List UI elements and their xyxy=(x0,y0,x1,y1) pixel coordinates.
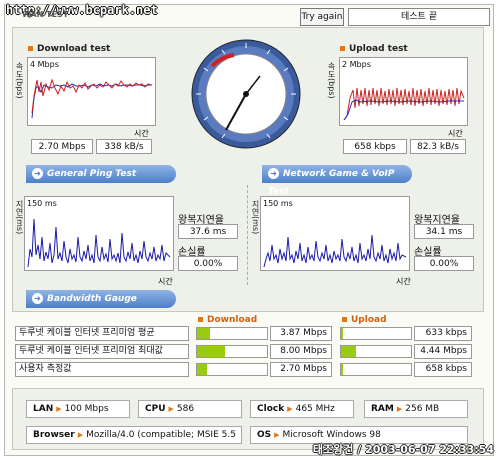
download-kbs: 338 kB/s xyxy=(96,139,152,154)
upload-test-title-text: Upload test xyxy=(349,44,408,54)
triangle-right-icon: ▶ xyxy=(168,405,174,413)
lan-label: LAN xyxy=(33,404,54,414)
download-bar-value: 2.70 Mbps xyxy=(270,362,332,377)
lan-value: 100 Mbps xyxy=(64,404,109,414)
arrow-right-icon: ➜ xyxy=(268,168,279,179)
lan-info: LAN ▶ 100 Mbps xyxy=(26,400,130,418)
download-graph: 4 Mbps xyxy=(27,57,156,126)
download-xlabel: 시간 xyxy=(134,129,149,138)
upload-kbps: 658 kbps xyxy=(343,139,407,154)
upload-bar xyxy=(340,345,412,358)
ram-value: 256 MB xyxy=(405,404,440,414)
ping-loss-value: 0.00% xyxy=(178,256,238,271)
date-stamp: 태조왕건 / 2003-06-07 22:33:54 xyxy=(312,443,494,456)
voip-loss-value: 0.00% xyxy=(414,256,474,271)
bullet-icon xyxy=(198,317,203,322)
download-bar xyxy=(196,345,268,358)
bandwidth-download-header-text: Download xyxy=(207,315,258,325)
download-bar-value: 3.87 Mbps xyxy=(270,326,332,341)
ram-label: RAM xyxy=(371,404,394,414)
bullet-icon xyxy=(28,46,33,51)
general-ping-banner: ➜ General Ping Test xyxy=(26,165,176,183)
browser-info: Browser ▶ Mozilla/4.0 (compatible; MSIE 5.… xyxy=(26,426,242,444)
browser-label: Browser xyxy=(33,430,75,440)
download-test-title: Download test xyxy=(28,44,110,54)
download-bar xyxy=(196,363,268,376)
upload-bar-fill xyxy=(341,346,357,357)
general-ping-banner-text: General Ping Test xyxy=(47,169,137,179)
download-test-title-text: Download test xyxy=(37,44,111,54)
download-bar-fill xyxy=(197,346,225,357)
upload-bar-value: 633 kbps xyxy=(414,326,472,341)
download-line-blue xyxy=(31,83,152,119)
voip-line xyxy=(263,234,407,268)
ping-line xyxy=(27,218,171,268)
voip-xlabel: 시간 xyxy=(396,277,411,286)
triangle-right-icon: ▶ xyxy=(77,431,84,439)
bandwidth-upload-header: Upload xyxy=(342,315,387,325)
upload-bar-value: 4.44 Mbps xyxy=(414,344,472,359)
triangle-right-icon: ▶ xyxy=(396,405,403,413)
download-bar xyxy=(196,327,268,340)
download-mbps: 2.70 Mbps xyxy=(31,139,93,154)
game-voip-banner: ➜ Network Game & VoIP Test xyxy=(262,165,412,197)
tab-title: WAN TEST xyxy=(22,10,69,19)
triangle-right-icon: ▶ xyxy=(274,431,280,439)
test-status: 테스트 끝 xyxy=(348,8,490,26)
download-bar-value: 8.00 Mbps xyxy=(270,344,332,359)
cpu-label: CPU xyxy=(145,404,166,414)
upload-line-red xyxy=(343,87,465,121)
bullet-icon xyxy=(340,46,345,51)
bandwidth-row-label: 사용자 측정값 xyxy=(15,362,189,377)
cpu-value: 586 xyxy=(176,404,195,414)
download-line-red xyxy=(31,78,153,114)
bandwidth-banner-text: Bandwidth Gauge xyxy=(47,294,137,304)
bandwidth-banner: ➜ Bandwidth Gauge xyxy=(26,290,176,308)
ping-rtt-value: 37.6 ms xyxy=(178,224,238,239)
bullet-icon xyxy=(342,317,347,322)
download-bar-fill xyxy=(197,328,211,339)
ram-info: RAM ▶ 256 MB xyxy=(364,400,468,418)
bandwidth-row-label: 두루넷 케이블 인터넷 프리미엄 최대값 xyxy=(15,344,189,359)
general-ping-graph: 150 ms xyxy=(24,196,174,271)
upload-graph: 2 Mbps xyxy=(339,57,468,126)
bandwidth-upload-header-text: Upload xyxy=(351,315,387,325)
browser-value: Mozilla/4.0 (compatible; MSIE 5.5 xyxy=(86,430,236,440)
ping-xlabel: 시간 xyxy=(158,277,173,286)
speed-gauge xyxy=(190,38,302,150)
os-value: Microsoft Windows 98 xyxy=(282,430,381,440)
download-bar-fill xyxy=(197,364,207,375)
triangle-right-icon: ▶ xyxy=(287,405,293,413)
upload-kbs: 82.3 kB/s xyxy=(410,139,466,154)
bandwidth-row-label: 두루넷 케이블 인터넷 프리미엄 평균 xyxy=(15,326,189,341)
voip-rtt-value: 34.1 ms xyxy=(414,224,474,239)
upload-ylabel: 속도(bps) xyxy=(327,62,336,99)
upload-bar xyxy=(340,363,412,376)
try-again-button[interactable]: Try again xyxy=(300,8,344,26)
upload-bar xyxy=(340,327,412,340)
os-label: OS xyxy=(257,430,272,440)
cpu-info: CPU ▶ 586 xyxy=(138,400,242,418)
upload-bar-fill xyxy=(341,328,344,339)
arrow-right-icon: ➜ xyxy=(32,293,43,304)
clock-label: Clock xyxy=(257,404,285,414)
upload-test-title: Upload test xyxy=(340,44,408,54)
bandwidth-download-header: Download xyxy=(198,315,257,325)
game-voip-graph: 150 ms xyxy=(260,196,410,271)
panel-divider xyxy=(247,185,248,285)
upload-bar-value: 658 kbps xyxy=(414,362,472,377)
clock-value: 465 MHz xyxy=(295,404,335,414)
download-ylabel: 속도(bps) xyxy=(15,62,24,99)
upload-bar-fill xyxy=(341,364,344,375)
arrow-right-icon: ➜ xyxy=(32,168,43,179)
clock-info: Clock ▶ 465 MHz xyxy=(250,400,354,418)
upload-line-blue xyxy=(343,99,464,121)
triangle-right-icon: ▶ xyxy=(56,405,62,413)
upload-xlabel: 시간 xyxy=(448,129,463,138)
